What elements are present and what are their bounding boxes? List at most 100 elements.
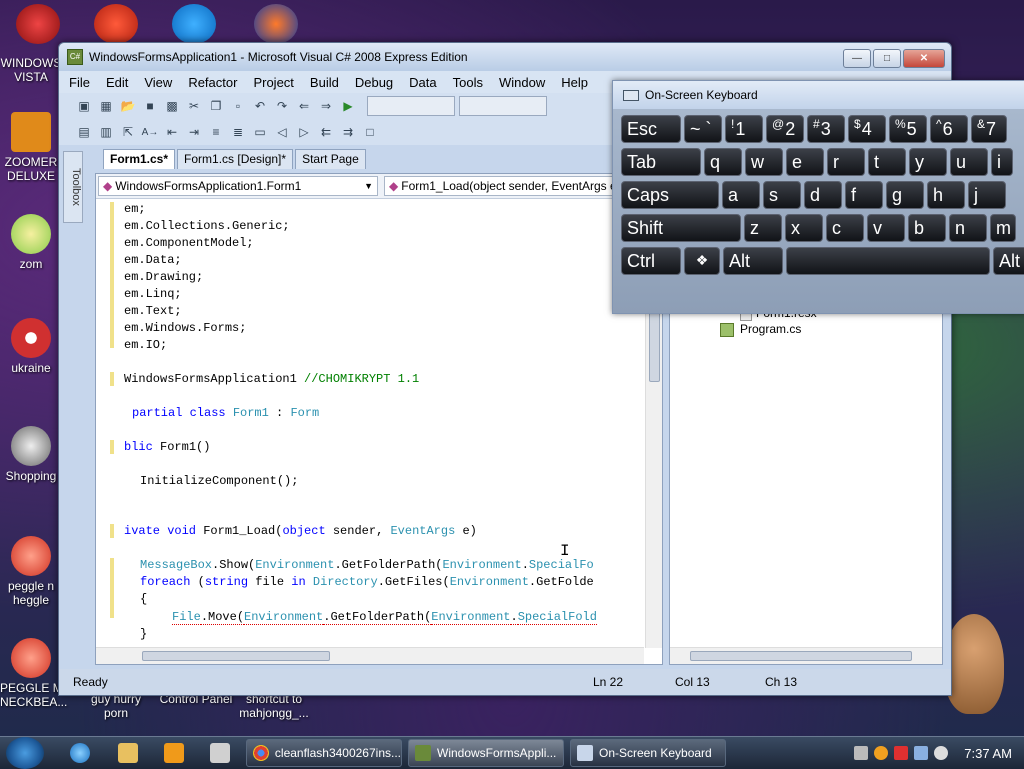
tree-item[interactable]: Program.cs [720, 322, 801, 337]
key-h[interactable]: h [927, 181, 965, 209]
menu-data[interactable]: Data [409, 75, 436, 90]
start-button[interactable] [6, 737, 44, 769]
key-tilde[interactable]: ~ ` [684, 115, 722, 143]
menu-file[interactable]: File [69, 75, 90, 90]
key-3[interactable]: #3 [807, 115, 845, 143]
key-g[interactable]: g [886, 181, 924, 209]
key-q[interactable]: q [704, 148, 742, 176]
scroll-thumb[interactable] [690, 651, 912, 661]
key-d[interactable]: d [804, 181, 842, 209]
skype-icon[interactable] [172, 4, 216, 44]
key-5[interactable]: % 5 [889, 115, 927, 143]
task-visual-studio[interactable]: WindowsFormsAppli... [408, 739, 564, 767]
key-c[interactable]: c [826, 214, 864, 242]
desktop-icon-shopping[interactable]: Shopping [0, 426, 62, 483]
solution-horizontal-scrollbar[interactable] [670, 647, 942, 664]
cut-icon[interactable]: ✂ [185, 97, 203, 115]
tab-form1-cs[interactable]: Form1.cs* [103, 149, 176, 169]
desktop-icon-ukraine[interactable]: ukraine [0, 318, 62, 375]
key-6[interactable]: ^ 6 [930, 115, 968, 143]
copy-icon[interactable]: ❐ [207, 97, 225, 115]
add-item-icon[interactable]: ▦ [97, 97, 115, 115]
key-z[interactable]: z [744, 214, 782, 242]
task-cleanflash[interactable]: cleanflash3400267ins... [246, 739, 402, 767]
desktop-icon-peggle-nights[interactable]: peggle n heggle [0, 536, 62, 607]
osk-title-bar[interactable]: On-Screen Keyboard [613, 81, 1024, 109]
clock[interactable]: 7:37 AM [964, 746, 1012, 761]
complete-word-icon[interactable]: A→ [141, 123, 159, 141]
desktop-icon-zoomer-deluxe[interactable]: ZOOMER DELUXE [0, 112, 62, 183]
key-e[interactable]: e [786, 148, 824, 176]
key-i[interactable]: i [991, 148, 1013, 176]
key-7[interactable]: & 7 [971, 115, 1007, 143]
key-r[interactable]: r [827, 148, 865, 176]
key-esc[interactable]: Esc [621, 115, 681, 143]
menu-edit[interactable]: Edit [106, 75, 128, 90]
key-2[interactable]: @2 [766, 115, 804, 143]
parameter-info-icon[interactable]: ▥ [97, 123, 115, 141]
navigate-forward-icon[interactable]: ⇒ [317, 97, 335, 115]
menu-help[interactable]: Help [561, 75, 588, 90]
key-m[interactable]: m [990, 214, 1016, 242]
code-text[interactable]: em; em.Collections.Generic; em.Component… [96, 200, 644, 640]
key-ctrl[interactable]: Ctrl [621, 247, 681, 275]
navigate-back-icon[interactable]: ⇐ [295, 97, 313, 115]
key-1[interactable]: ! 1 [725, 115, 763, 143]
open-file-icon[interactable]: 📂 [119, 97, 137, 115]
key-x[interactable]: x [785, 214, 823, 242]
next-bookmark-icon[interactable]: ▷ [295, 123, 313, 141]
new-project-icon[interactable]: ▣ [75, 97, 93, 115]
toolbox-tab[interactable]: Toolbox [63, 151, 83, 223]
configuration-combo[interactable] [367, 96, 455, 116]
code-editor[interactable]: ◆ WindowsFormsApplication1.Form1 ▼ ◆ For… [95, 173, 663, 665]
class-dropdown[interactable]: ◆ WindowsFormsApplication1.Form1 ▼ [98, 176, 378, 196]
desktop-icon-top-4[interactable] [254, 4, 298, 44]
paste-icon[interactable]: ▫ [229, 97, 247, 115]
key-shift[interactable]: Shift [621, 214, 741, 242]
key-windows[interactable]: ❖ [684, 247, 720, 275]
key-b[interactable]: b [908, 214, 946, 242]
key-j[interactable]: j [968, 181, 1006, 209]
key-alt-right[interactable]: Alt [993, 247, 1024, 275]
network-icon[interactable] [914, 746, 929, 760]
redo-icon[interactable]: ↷ [273, 97, 291, 115]
key-f[interactable]: f [845, 181, 883, 209]
tray-icon[interactable] [894, 746, 909, 760]
key-w[interactable]: w [745, 148, 783, 176]
volume-icon[interactable] [934, 746, 949, 760]
key-v[interactable]: v [867, 214, 905, 242]
indent-icon[interactable]: ⇥ [185, 123, 203, 141]
key-s[interactable]: s [763, 181, 801, 209]
internet-explorer-icon[interactable] [70, 743, 90, 763]
key-n[interactable]: n [949, 214, 987, 242]
paint-icon[interactable] [210, 743, 230, 763]
desktop-icon-label[interactable]: shortcut to mahjongg_... [236, 692, 312, 720]
key-a[interactable]: a [722, 181, 760, 209]
key-alt-left[interactable]: Alt [723, 247, 783, 275]
media-player-icon[interactable] [164, 743, 184, 763]
bookmark-icon[interactable]: ▭ [251, 123, 269, 141]
desktop-icon-windows-vista[interactable]: WINDOWS VISTA [0, 24, 62, 84]
save-all-icon[interactable]: ▩ [163, 97, 181, 115]
key-4[interactable]: $4 [848, 115, 886, 143]
desktop-icon-top-2[interactable] [94, 4, 138, 44]
uncomment-icon[interactable]: ≣ [229, 123, 247, 141]
start-debugging-icon[interactable]: ▶ [339, 97, 357, 115]
save-icon[interactable]: ■ [141, 97, 159, 115]
find-combo[interactable] [459, 96, 547, 116]
title-bar[interactable]: C# WindowsFormsApplication1 - Microsoft … [59, 43, 951, 71]
key-tab[interactable]: Tab [621, 148, 701, 176]
tab-form1-design[interactable]: Form1.cs [Design]* [177, 149, 294, 169]
minimize-button[interactable]: — [843, 49, 871, 68]
clear-bookmarks-icon[interactable]: □ [361, 123, 379, 141]
key-space[interactable] [786, 247, 990, 275]
task-on-screen-keyboard[interactable]: On-Screen Keyboard [570, 739, 726, 767]
menu-view[interactable]: View [144, 75, 172, 90]
key-u[interactable]: u [950, 148, 988, 176]
comment-icon[interactable]: ≡ [207, 123, 225, 141]
tab-start-page[interactable]: Start Page [295, 149, 366, 169]
menu-refactor[interactable]: Refactor [188, 75, 237, 90]
key-t[interactable]: t [868, 148, 906, 176]
explorer-icon[interactable] [118, 743, 138, 763]
outdent-icon[interactable]: ⇤ [163, 123, 181, 141]
